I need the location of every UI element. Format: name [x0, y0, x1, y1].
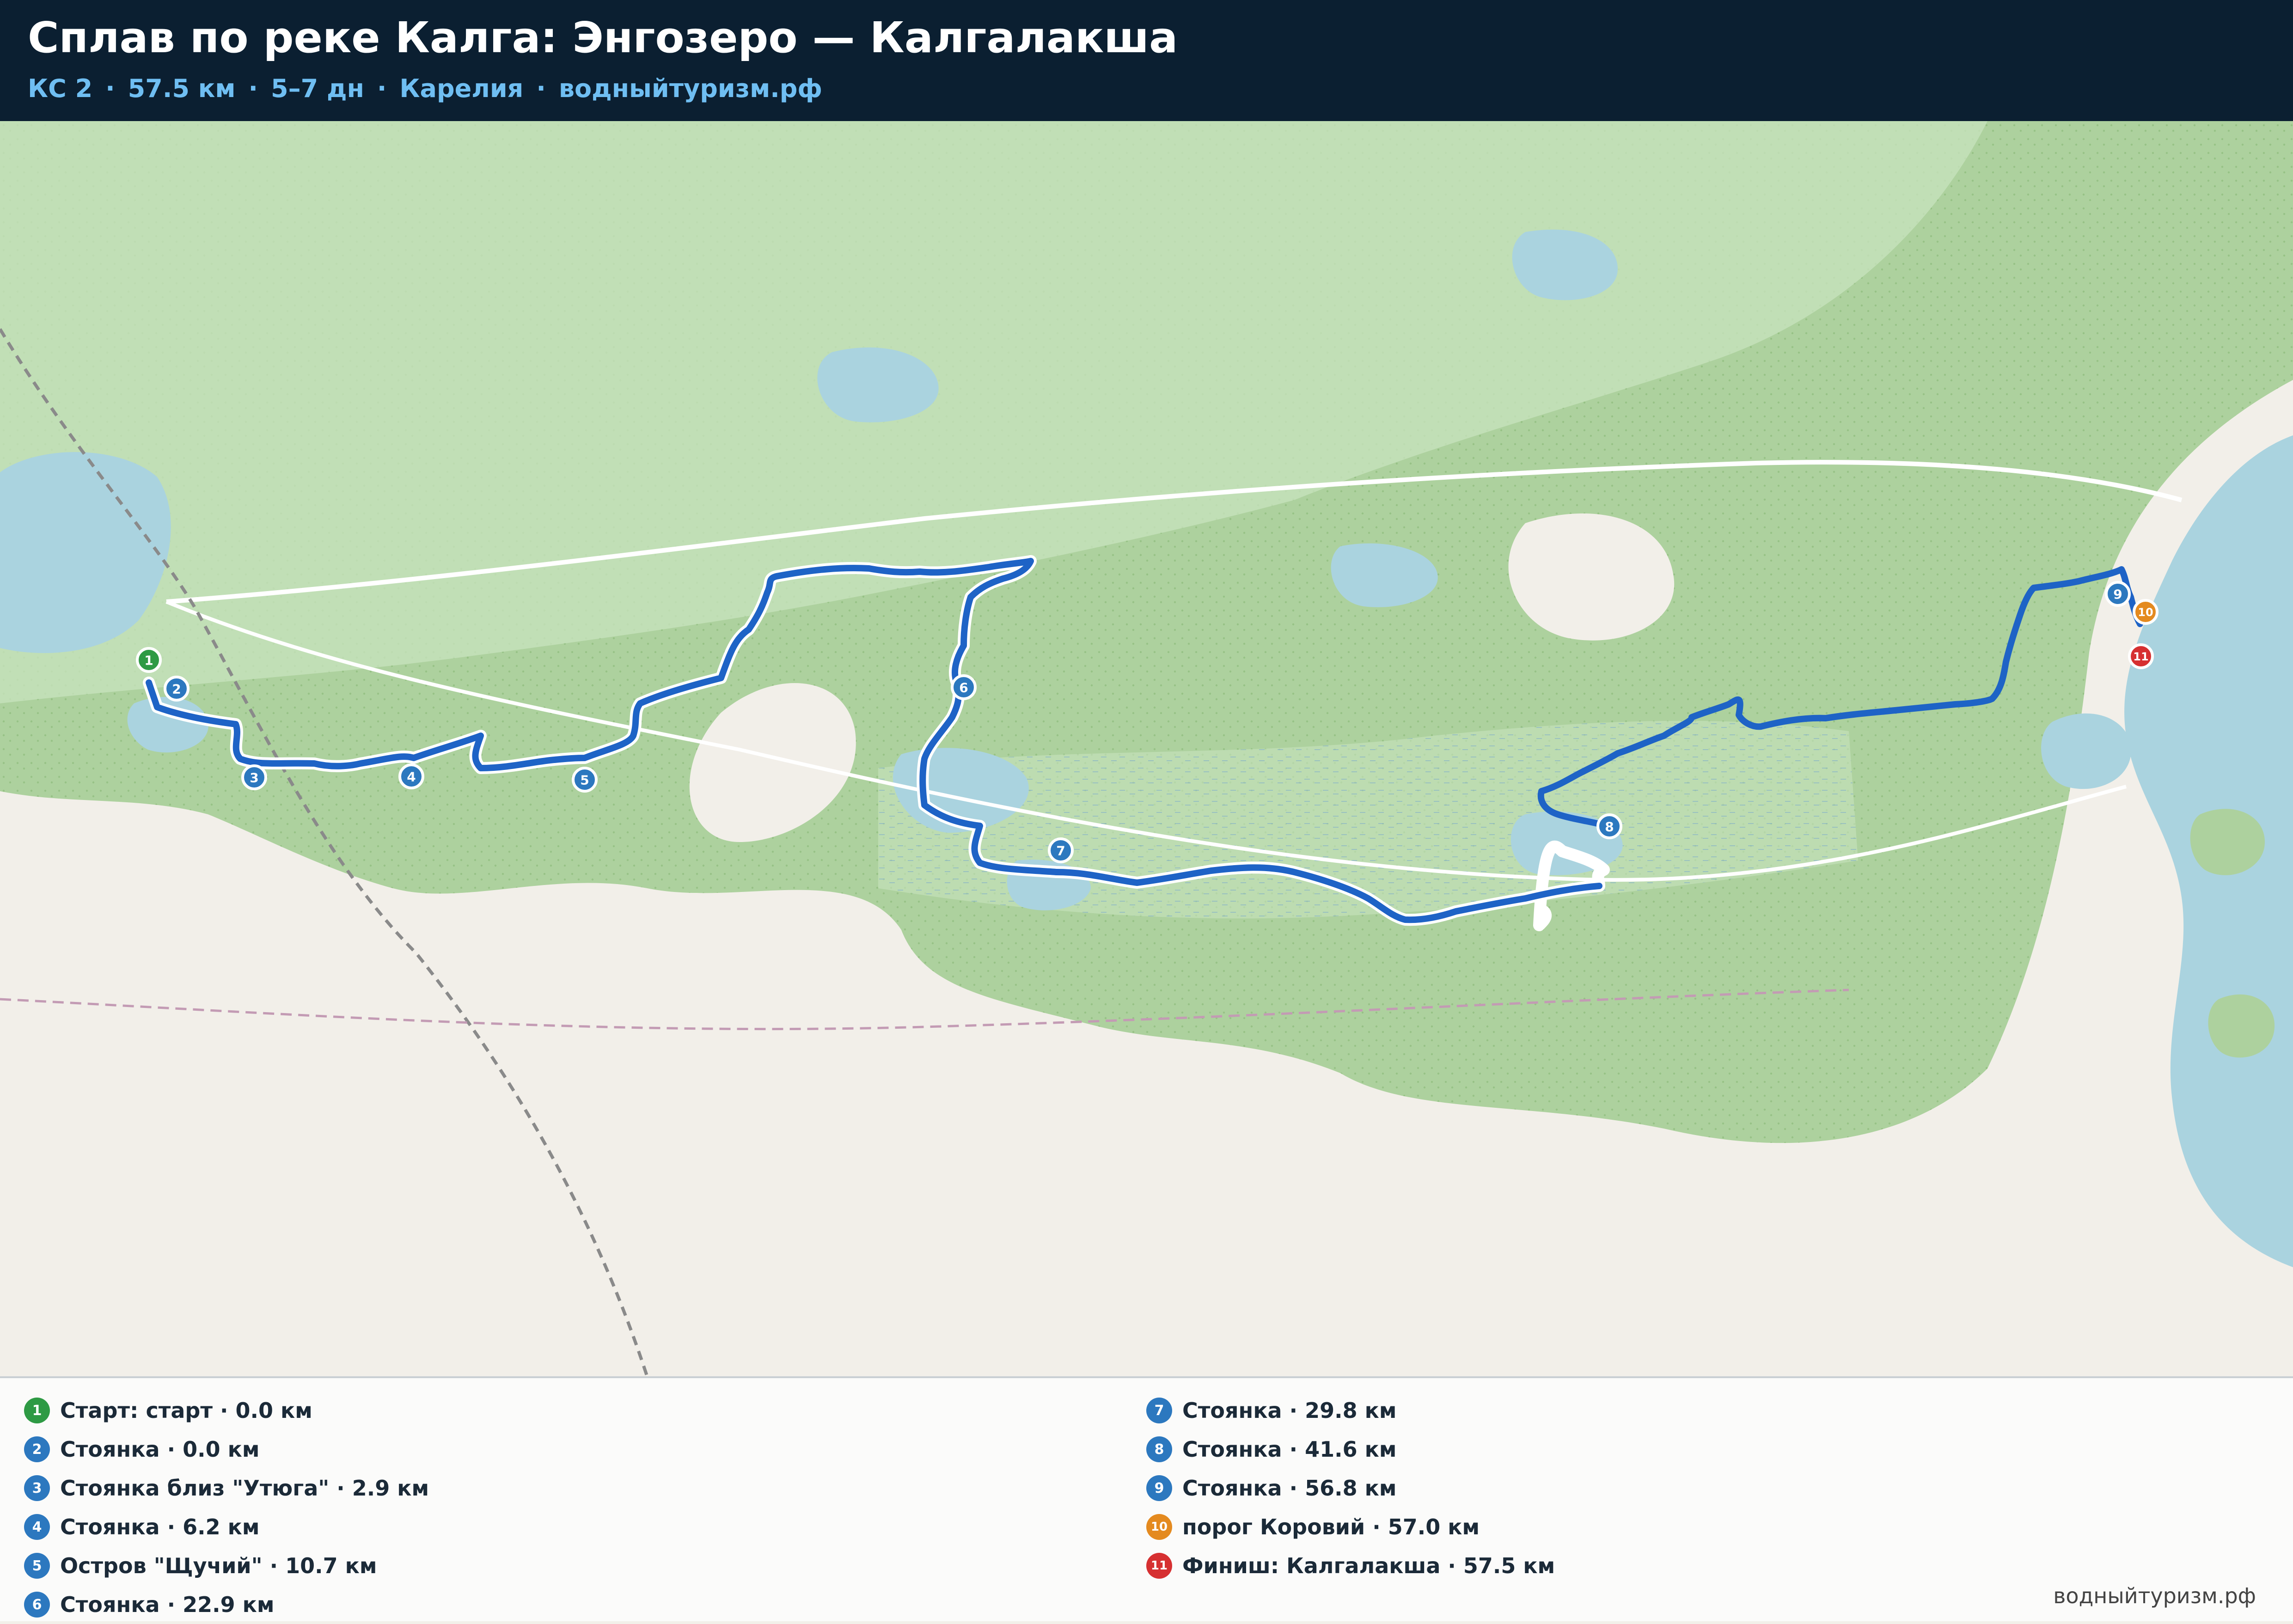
- legend-item: 3 Стоянка близ "Утюга" · 2.9 км: [24, 1469, 429, 1508]
- legend-badge: 5: [24, 1553, 50, 1579]
- separator-dot: ·: [105, 74, 115, 103]
- legend-badge: 10: [1146, 1514, 1172, 1540]
- site-name: водныйтуризм.рф: [558, 74, 822, 103]
- marker-4[interactable]: 4: [398, 763, 424, 789]
- map-header: Сплав по реке Калга: Энгозеро — Калгалак…: [0, 0, 2293, 121]
- legend-label: Стоянка · 6.2 км: [60, 1514, 260, 1539]
- map-legend: 1 Старт: старт · 0.0 км 2 Стоянка · 0.0 км 3…: [0, 1376, 2293, 1621]
- legend-item: 5 Остров "Щучий" · 10.7 км: [24, 1546, 429, 1585]
- legend-label: Стоянка · 41.6 км: [1182, 1437, 1397, 1462]
- legend-column-left: 1 Старт: старт · 0.0 км 2 Стоянка · 0.0 км 3…: [24, 1391, 429, 1624]
- separator-dot: ·: [536, 74, 546, 103]
- legend-badge: 8: [1146, 1436, 1172, 1462]
- route-map[interactable]: 1 2 3 4 5 6 7 8 9 10 11: [0, 121, 2293, 1376]
- legend-item: 7 Стоянка · 29.8 км: [1146, 1391, 1555, 1430]
- route-region: Карелия: [399, 74, 524, 103]
- legend-column-right: 7 Стоянка · 29.8 км 8 Стоянка · 41.6 км 9 Сто…: [1146, 1391, 1555, 1585]
- legend-label: Стоянка · 56.8 км: [1182, 1476, 1397, 1501]
- legend-badge: 11: [1146, 1553, 1172, 1579]
- legend-item: 2 Стоянка · 0.0 км: [24, 1430, 429, 1469]
- legend-label: Стоянка близ "Утюга" · 2.9 км: [60, 1476, 429, 1501]
- marker-11[interactable]: 11: [2128, 643, 2154, 669]
- separator-dot: ·: [248, 74, 258, 103]
- legend-label: Финиш: Калгалакша · 57.5 км: [1182, 1553, 1555, 1578]
- legend-badge: 9: [1146, 1475, 1172, 1501]
- marker-3[interactable]: 3: [241, 764, 267, 790]
- marker-number: 7: [1056, 843, 1065, 859]
- marker-number: 9: [2113, 587, 2122, 602]
- marker-number: 6: [959, 680, 968, 696]
- water-body: [2041, 713, 2131, 789]
- page-title: Сплав по реке Калга: Энгозеро — Калгалак…: [28, 13, 1178, 62]
- route-duration: 5–7 дн: [271, 74, 364, 103]
- marker-5[interactable]: 5: [572, 767, 598, 793]
- legend-badge: 1: [24, 1398, 50, 1423]
- marker-number: 8: [1605, 819, 1614, 835]
- route-summary: КС 2 · 57.5 км · 5–7 дн · Карелия · водныйтуризм…: [28, 74, 822, 103]
- marker-number: 3: [250, 770, 258, 786]
- legend-item: 9 Стоянка · 56.8 км: [1146, 1469, 1555, 1508]
- marker-number: 11: [2133, 650, 2148, 663]
- legend-item: 6 Стоянка · 22.9 км: [24, 1585, 429, 1624]
- marker-10[interactable]: 10: [2133, 599, 2158, 625]
- marker-number: 10: [2138, 606, 2153, 619]
- marker-1[interactable]: 1: [136, 647, 162, 673]
- marker-9[interactable]: 9: [2105, 581, 2131, 607]
- marker-number: 2: [172, 682, 181, 697]
- difficulty-category: КС 2: [28, 74, 93, 103]
- legend-label: Стоянка · 29.8 км: [1182, 1398, 1397, 1423]
- marker-2[interactable]: 2: [164, 676, 190, 702]
- legend-badge: 7: [1146, 1398, 1172, 1423]
- legend-item: 10 порог Коровий · 57.0 км: [1146, 1508, 1555, 1546]
- island: [2190, 809, 2265, 875]
- marker-7[interactable]: 7: [1048, 837, 1074, 863]
- marker-number: 4: [407, 769, 416, 785]
- legend-badge: 4: [24, 1514, 50, 1540]
- legend-item: 8 Стоянка · 41.6 км: [1146, 1430, 1555, 1469]
- legend-badge: 2: [24, 1436, 50, 1462]
- credit-text: водныйтуризм.рф: [2053, 1583, 2256, 1608]
- marker-number: 1: [144, 653, 153, 668]
- legend-item: 4 Стоянка · 6.2 км: [24, 1508, 429, 1546]
- route-length: 57.5 км: [128, 74, 236, 103]
- legend-label: Стоянка · 0.0 км: [60, 1437, 260, 1462]
- separator-dot: ·: [377, 74, 387, 103]
- legend-badge: 6: [24, 1592, 50, 1618]
- marker-6[interactable]: 6: [951, 674, 977, 700]
- marker-8[interactable]: 8: [1596, 813, 1622, 839]
- island: [2208, 994, 2275, 1058]
- legend-badge: 3: [24, 1475, 50, 1501]
- legend-label: Остров "Щучий" · 10.7 км: [60, 1553, 377, 1578]
- legend-item: 11 Финиш: Калгалакша · 57.5 км: [1146, 1546, 1555, 1585]
- marker-number: 5: [580, 773, 589, 788]
- legend-label: порог Коровий · 57.0 км: [1182, 1514, 1480, 1539]
- legend-label: Старт: старт · 0.0 км: [60, 1398, 312, 1423]
- legend-label: Стоянка · 22.9 км: [60, 1592, 275, 1617]
- legend-item: 1 Старт: старт · 0.0 км: [24, 1391, 429, 1430]
